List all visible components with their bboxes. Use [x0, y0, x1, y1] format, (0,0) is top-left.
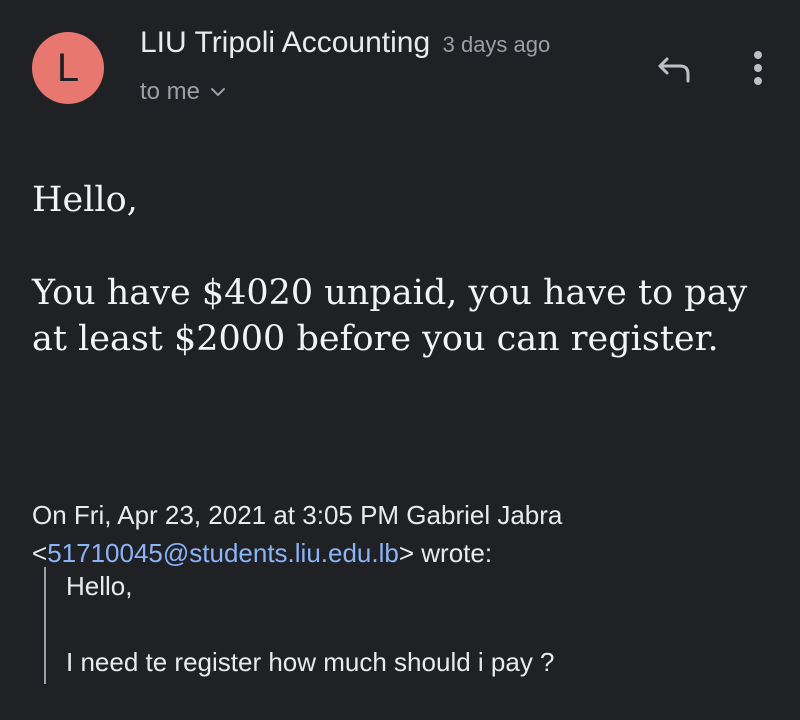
- email-message: You have $4020 unpaid, you have to pay a…: [32, 273, 748, 359]
- quoted-message: Hello, I need te register how much shoul…: [44, 567, 744, 684]
- email-greeting: Hello,: [32, 180, 138, 220]
- quote-intro: On Fri, Apr 23, 2021 at 3:05 PM Gabriel …: [32, 500, 563, 530]
- avatar-letter: L: [56, 45, 80, 90]
- avatar[interactable]: L: [32, 32, 104, 104]
- quote-attribution: On Fri, Apr 23, 2021 at 3:05 PM Gabriel …: [32, 496, 772, 572]
- reply-button[interactable]: [650, 48, 702, 92]
- email-time: 3 days ago: [442, 32, 551, 57]
- open-bracket: <: [32, 538, 48, 568]
- recipient-label: to me: [140, 78, 201, 105]
- more-options-button[interactable]: [740, 42, 776, 94]
- quoted-text: I need te register how much should i pay…: [66, 647, 555, 677]
- more-vertical-icon: [754, 51, 762, 85]
- sender-email-link[interactable]: 51710045@students.liu.edu.lb: [47, 538, 399, 568]
- sender-name[interactable]: LIU Tripoli Accounting: [140, 26, 430, 59]
- reply-icon: [658, 57, 690, 83]
- quoted-greeting: Hello,: [66, 571, 133, 601]
- sender-line: LIU Tripoli Accounting 3 days ago: [140, 26, 550, 60]
- wrote-label: > wrote:: [398, 538, 493, 568]
- chevron-down-icon: [211, 88, 226, 96]
- recipient-details-toggle[interactable]: to me: [140, 78, 226, 106]
